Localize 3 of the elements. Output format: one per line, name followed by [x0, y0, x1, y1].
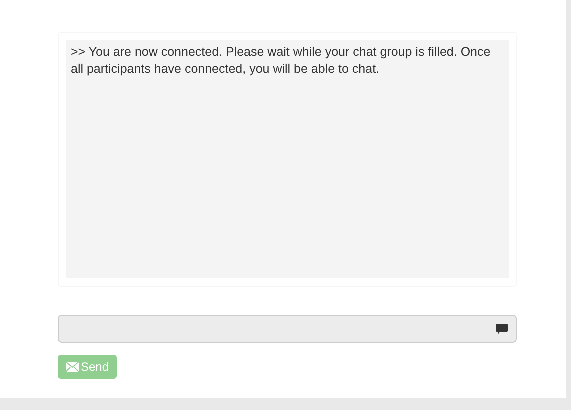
speech-bubble-icon [496, 324, 508, 334]
chat-message: >> You are now connected. Please wait while your chat group is filled. Once all participants have connected, you will be able to chat. [71, 44, 492, 78]
envelope-icon [66, 362, 79, 372]
